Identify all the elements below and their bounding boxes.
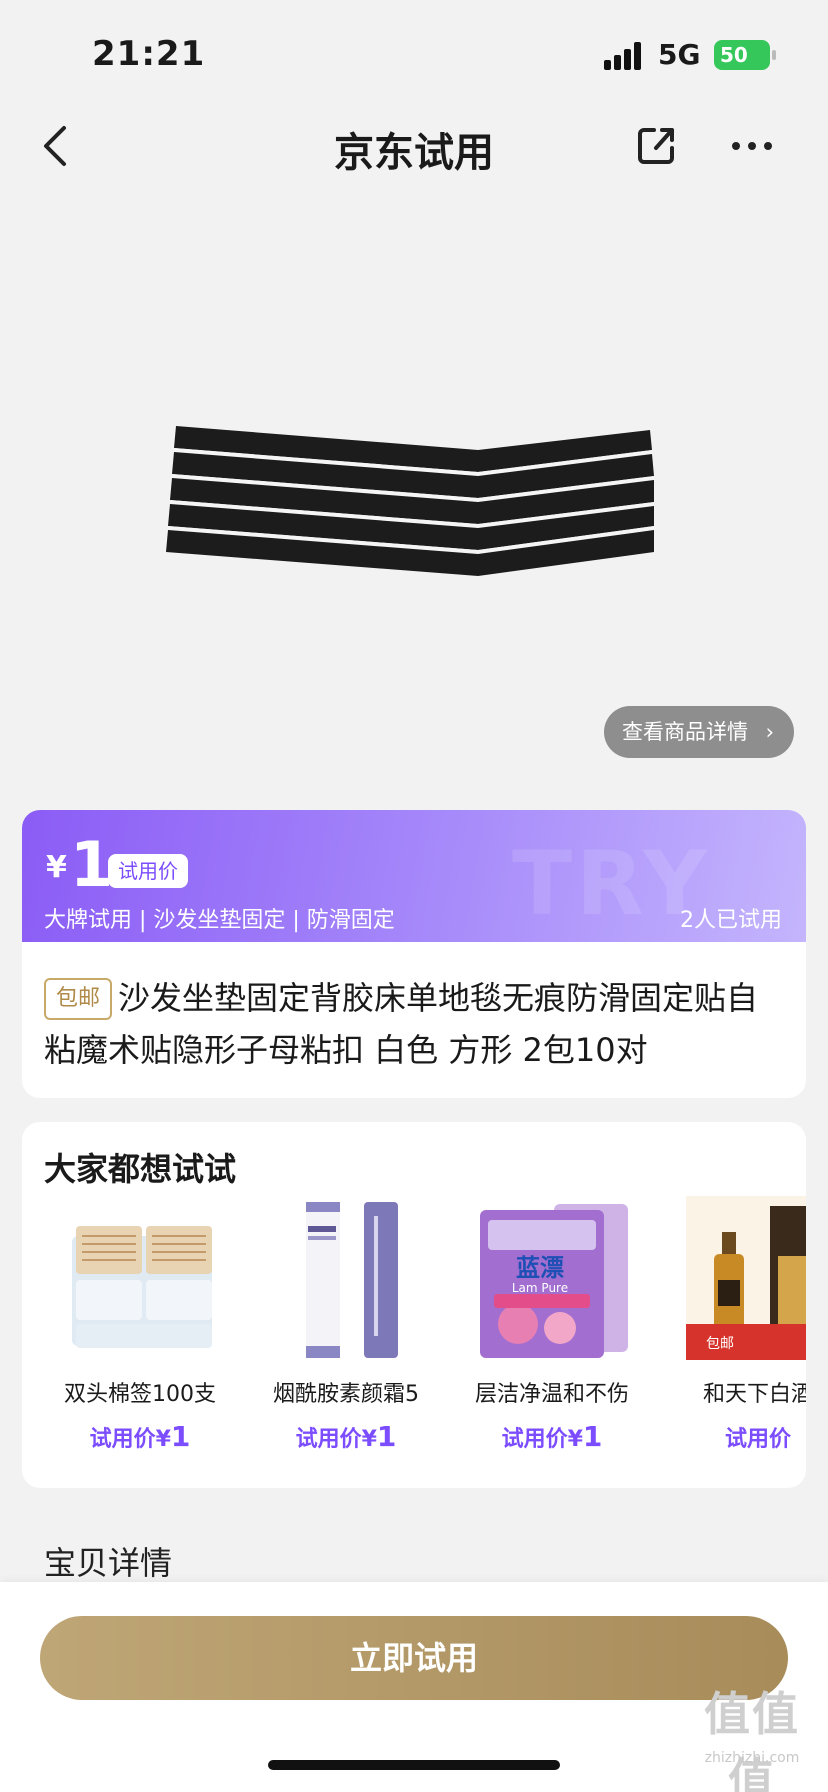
- price-banner: TRY ¥ 1 试用价 大牌试用 | 沙发坐垫固定 | 防滑固定 2人已试用: [22, 810, 806, 942]
- recommend-item-name: 烟酰胺素颜霜5: [273, 1382, 419, 1407]
- pack-brand-sub-text: Lam Pure: [512, 1281, 568, 1295]
- more-button[interactable]: [728, 124, 776, 168]
- product-title-card: 包邮 沙发坐垫固定背胶床单地毯无痕防滑固定贴自粘魔术贴隐形子母粘扣 白色 方形 2…: [22, 942, 806, 1098]
- price-value: 1: [70, 828, 114, 901]
- view-detail-button[interactable]: 查看商品详情 ›: [604, 706, 794, 758]
- tried-count: 2人已试用: [680, 908, 782, 933]
- view-detail-label: 查看商品详情: [622, 720, 748, 744]
- liquor-badge-text: 包邮: [706, 1336, 734, 1352]
- chevron-right-icon: ›: [765, 720, 774, 744]
- share-button[interactable]: [632, 122, 680, 170]
- recommend-item[interactable]: 烟酰胺素颜霜5 试用价¥1: [240, 1196, 436, 1476]
- site-url: zhizhizhi.com: [704, 1750, 800, 1766]
- battery-level: 50: [720, 43, 748, 67]
- recommend-item[interactable]: 包邮 和天下白酒 试用价: [652, 1196, 806, 1476]
- price-tag: 试用价: [108, 854, 188, 888]
- recommend-item[interactable]: 蓝漂 Lam Pure 层洁净温和不伤 试用价¥1: [446, 1196, 642, 1476]
- product-image[interactable]: [160, 410, 660, 590]
- status-bar: 21:21 5G 50: [0, 0, 828, 110]
- price-features: 大牌试用 | 沙发坐垫固定 | 防滑固定: [44, 908, 395, 933]
- product-title: 包邮 沙发坐垫固定背胶床单地毯无痕防滑固定贴自粘魔术贴隐形子母粘扣 白色 方形 2…: [44, 972, 784, 1076]
- recommend-item-price: 试用价¥1: [501, 1420, 603, 1453]
- signal-icon: [604, 42, 646, 70]
- recommend-title: 大家都想试试: [44, 1150, 237, 1188]
- try-now-button[interactable]: 立即试用: [40, 1616, 788, 1700]
- detail-section-heading: 宝贝详情: [44, 1544, 173, 1582]
- cream-tube-image: [306, 1202, 398, 1358]
- laundry-powder-image: 蓝漂 Lam Pure: [480, 1204, 628, 1358]
- status-time: 21:21: [92, 34, 206, 74]
- recommend-item-price: 试用价: [724, 1427, 791, 1452]
- recommend-list: 双头棉签100支 试用价¥1 烟酰胺素颜霜5 试用价¥1 蓝漂 Lam Pure…: [22, 1196, 806, 1476]
- page-title: 京东试用: [334, 130, 494, 176]
- recommend-item-name: 和天下白酒: [702, 1382, 806, 1407]
- site-watermark: 值值值: [704, 1687, 800, 1792]
- share-icon: [638, 128, 674, 164]
- recommend-item-name: 双头棉签100支: [64, 1382, 216, 1407]
- recommend-item-price: 试用价¥1: [89, 1420, 191, 1453]
- liquor-bottle-image: 包邮: [686, 1196, 806, 1360]
- home-indicator[interactable]: [268, 1760, 560, 1770]
- price-currency: ¥: [46, 850, 67, 885]
- recommend-item[interactable]: 双头棉签100支 试用价¥1: [34, 1196, 230, 1476]
- recommend-card: 大家都想试试 双头棉签100支 试用价¥1 烟酰胺素颜霜5 试用价¥1 蓝漂 L…: [22, 1122, 806, 1488]
- more-dots-icon: [732, 142, 772, 150]
- cotton-swab-image: [72, 1226, 212, 1348]
- velcro-strips-image: [166, 426, 654, 576]
- recommend-item-name: 层洁净温和不伤: [474, 1382, 629, 1407]
- recommend-item-price: 试用价¥1: [295, 1420, 397, 1453]
- network-type: 5G: [658, 38, 701, 71]
- battery-icon: 50: [714, 40, 776, 70]
- free-shipping-badge: 包邮: [44, 978, 113, 1020]
- product-title-text: 沙发坐垫固定背胶床单地毯无痕防滑固定贴自粘魔术贴隐形子母粘扣 白色 方形 2包1…: [44, 979, 759, 1069]
- nav-bar: 京东试用: [0, 110, 828, 182]
- pack-brand-text: 蓝漂: [516, 1254, 564, 1282]
- bottom-bar: 立即试用 值值值 zhizhizhi.com: [0, 1582, 828, 1792]
